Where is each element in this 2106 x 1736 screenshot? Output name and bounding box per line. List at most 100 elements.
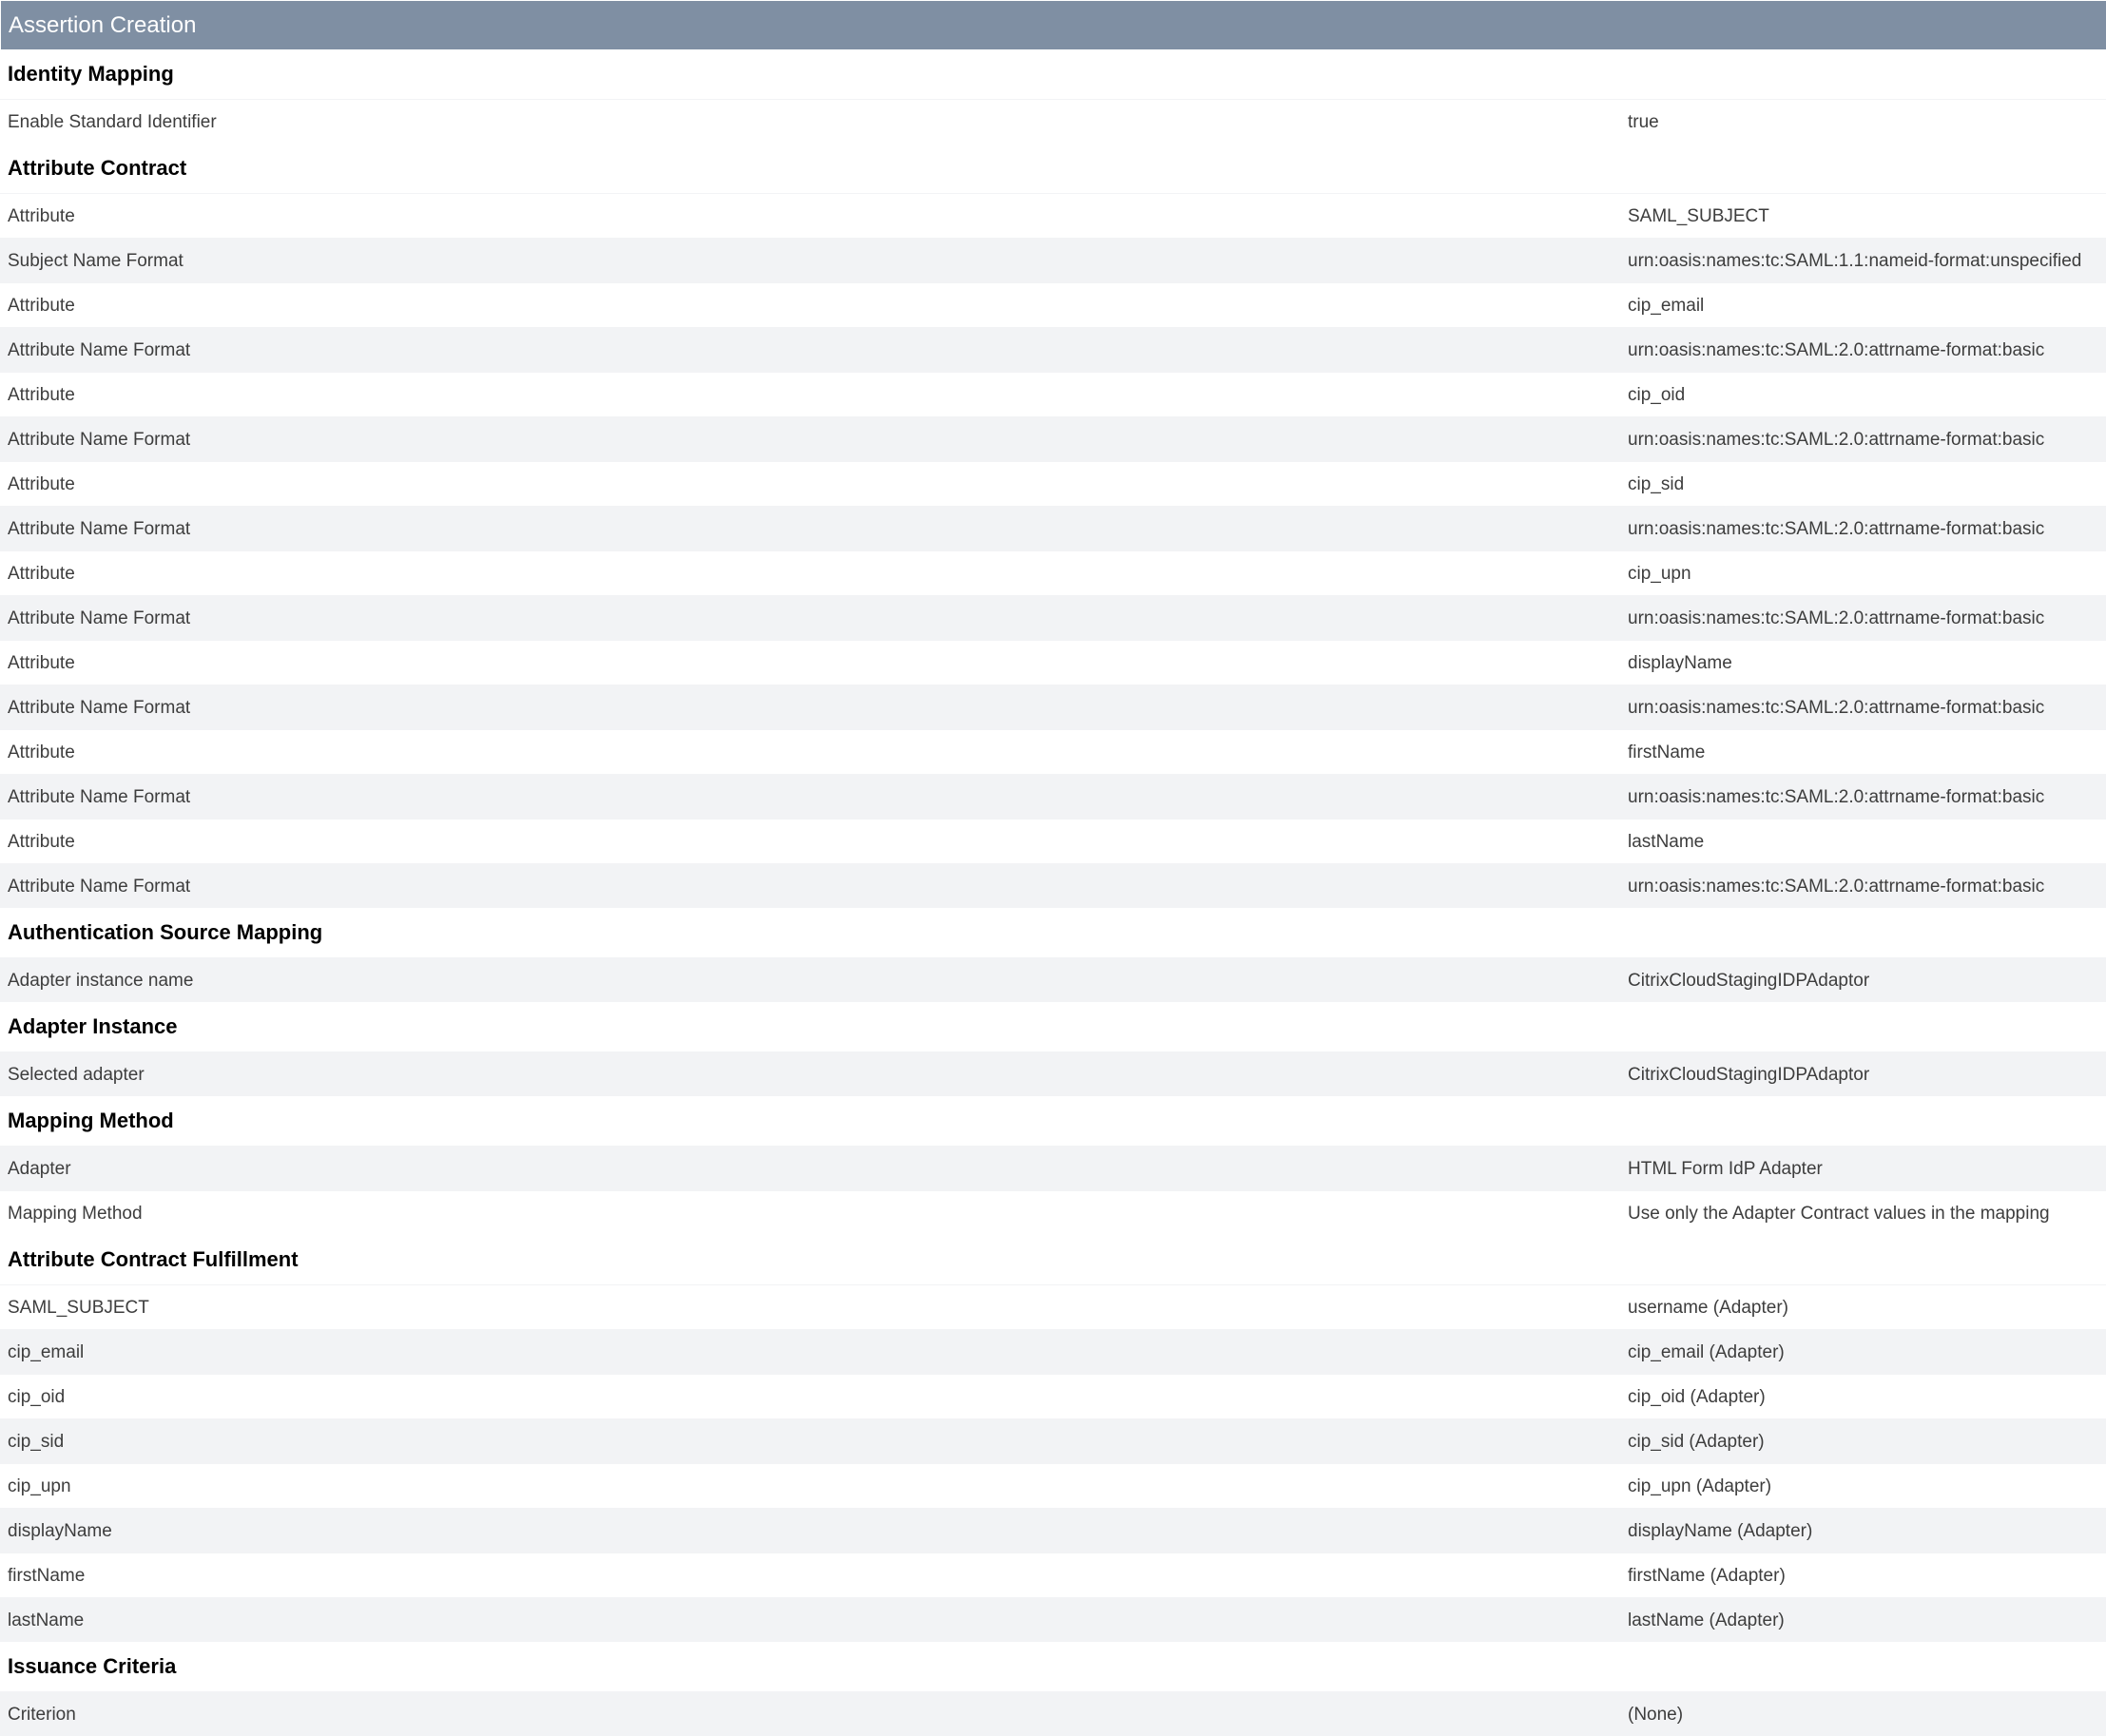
table-row: firstName firstName (Adapter) (0, 1553, 2106, 1597)
row-label: Subject Name Format (8, 251, 184, 271)
row-value: cip_upn (Adapter) (1628, 1476, 1772, 1496)
table-row: Attribute Name Format urn:oasis:names:tc… (0, 416, 2106, 461)
section-title: Mapping Method (0, 1096, 2106, 1146)
section-title: Attribute Contract (0, 144, 2106, 193)
row-label: Attribute Name Format (8, 608, 191, 628)
table-row: Attribute displayName (0, 640, 2106, 685)
row-label: firstName (8, 1566, 86, 1586)
row-label: Attribute Name Format (8, 698, 191, 718)
row-label: Attribute Name Format (8, 340, 191, 360)
row-label: Attribute (8, 832, 75, 852)
table-row: lastName lastName (Adapter) (0, 1597, 2106, 1642)
section-attribute-contract-fulfillment: Attribute Contract Fulfillment SAML_SUBJ… (0, 1235, 2106, 1642)
section-authentication-source-mapping: Authentication Source Mapping Adapter in… (0, 908, 2106, 1002)
row-value: cip_email (1628, 296, 1705, 316)
table-row: Attribute firstName (0, 729, 2106, 774)
table-row: SAML_SUBJECT username (Adapter) (0, 1284, 2106, 1329)
section-title: Adapter Instance (0, 1002, 2106, 1051)
table-row: Enable Standard Identifier true (0, 99, 2106, 144)
row-label: cip_upn (8, 1476, 71, 1496)
row-label: Adapter instance name (8, 971, 194, 991)
row-value: lastName (1628, 832, 1705, 852)
section-title: Issuance Criteria (0, 1642, 2106, 1691)
row-label: Mapping Method (8, 1204, 143, 1224)
row-value: urn:oasis:names:tc:SAML:2.0:attrname-for… (1628, 519, 2045, 539)
table-row: cip_sid cip_sid (Adapter) (0, 1418, 2106, 1463)
row-label: Selected adapter (8, 1065, 145, 1085)
row-value: CitrixCloudStagingIDPAdaptor (1628, 971, 1870, 991)
table-row: Mapping Method Use only the Adapter Cont… (0, 1190, 2106, 1235)
row-value: lastName (Adapter) (1628, 1611, 1785, 1630)
assertion-creation-panel: Assertion Creation Identity Mapping Enab… (0, 1, 2106, 1736)
row-label: Attribute Name Format (8, 787, 191, 807)
row-value: firstName (1628, 743, 1706, 762)
table-row: Adapter instance name CitrixCloudStaging… (0, 957, 2106, 1002)
row-value: displayName (Adapter) (1628, 1521, 1813, 1541)
table-row: Attribute Name Format urn:oasis:names:tc… (0, 595, 2106, 640)
table-row: Attribute Name Format urn:oasis:names:tc… (0, 685, 2106, 729)
row-label: lastName (8, 1611, 85, 1630)
table-row: Attribute Name Format urn:oasis:names:tc… (0, 774, 2106, 819)
section-issuance-criteria: Issuance Criteria Criterion (None) (0, 1642, 2106, 1736)
section-adapter-instance: Adapter Instance Selected adapter Citrix… (0, 1002, 2106, 1096)
row-value: cip_oid (1628, 385, 1686, 405)
section-attribute-contract: Attribute Contract Attribute SAML_SUBJEC… (0, 144, 2106, 908)
table-row: cip_email cip_email (Adapter) (0, 1329, 2106, 1374)
row-label: displayName (8, 1521, 112, 1541)
row-value: HTML Form IdP Adapter (1628, 1159, 1823, 1179)
row-value: cip_oid (Adapter) (1628, 1387, 1766, 1407)
table-row: Attribute Name Format urn:oasis:names:tc… (0, 327, 2106, 372)
row-label: Attribute (8, 564, 75, 584)
table-row: Attribute cip_oid (0, 372, 2106, 416)
row-value: displayName (1628, 653, 1732, 673)
row-label: Attribute (8, 296, 75, 316)
row-label: Attribute (8, 653, 75, 673)
table-row: Attribute lastName (0, 819, 2106, 863)
row-value: urn:oasis:names:tc:SAML:2.0:attrname-for… (1628, 698, 2045, 718)
table-row: Attribute cip_sid (0, 461, 2106, 506)
table-row: Attribute cip_upn (0, 550, 2106, 595)
row-label: cip_sid (8, 1432, 65, 1452)
table-row: cip_oid cip_oid (Adapter) (0, 1374, 2106, 1418)
row-label: Attribute (8, 206, 75, 226)
row-value: cip_sid (1628, 474, 1685, 494)
table-row: Attribute Name Format urn:oasis:names:tc… (0, 506, 2106, 550)
row-label: SAML_SUBJECT (8, 1298, 149, 1318)
row-label: cip_oid (8, 1387, 66, 1407)
section-identity-mapping: Identity Mapping Enable Standard Identif… (0, 49, 2106, 144)
section-title: Attribute Contract Fulfillment (0, 1235, 2106, 1284)
row-value: SAML_SUBJECT (1628, 206, 1769, 226)
row-label: Enable Standard Identifier (8, 112, 217, 132)
row-value: urn:oasis:names:tc:SAML:2.0:attrname-for… (1628, 787, 2045, 807)
row-value: username (Adapter) (1628, 1298, 1788, 1318)
table-row: displayName displayName (Adapter) (0, 1508, 2106, 1553)
panel-title: Assertion Creation (1, 1, 2106, 49)
row-label: Attribute (8, 474, 75, 494)
row-value: Use only the Adapter Contract values in … (1628, 1204, 2050, 1224)
row-label: Criterion (8, 1705, 76, 1725)
table-row: Attribute cip_email (0, 282, 2106, 327)
row-value: cip_upn (1628, 564, 1691, 584)
row-value: (None) (1628, 1705, 1684, 1725)
row-value: firstName (Adapter) (1628, 1566, 1786, 1586)
table-row: Attribute SAML_SUBJECT (0, 193, 2106, 238)
section-title: Identity Mapping (0, 49, 2106, 99)
row-value: cip_sid (Adapter) (1628, 1432, 1765, 1452)
table-row: Subject Name Format urn:oasis:names:tc:S… (0, 238, 2106, 282)
row-label: Attribute (8, 743, 75, 762)
row-label: Adapter (8, 1159, 71, 1179)
row-value: urn:oasis:names:tc:SAML:2.0:attrname-for… (1628, 340, 2045, 360)
row-value: urn:oasis:names:tc:SAML:2.0:attrname-for… (1628, 430, 2045, 450)
row-value: urn:oasis:names:tc:SAML:2.0:attrname-for… (1628, 877, 2045, 897)
section-mapping-method: Mapping Method Adapter HTML Form IdP Ada… (0, 1096, 2106, 1235)
row-value: cip_email (Adapter) (1628, 1342, 1785, 1362)
row-label: cip_email (8, 1342, 85, 1362)
table-row: Attribute Name Format urn:oasis:names:tc… (0, 863, 2106, 908)
row-value: urn:oasis:names:tc:SAML:2.0:attrname-for… (1628, 608, 2045, 628)
row-label: Attribute Name Format (8, 877, 191, 897)
row-value: true (1628, 112, 1659, 132)
table-row: Selected adapter CitrixCloudStagingIDPAd… (0, 1051, 2106, 1096)
row-value: urn:oasis:names:tc:SAML:1.1:nameid-forma… (1628, 251, 2082, 271)
table-row: cip_upn cip_upn (Adapter) (0, 1463, 2106, 1508)
row-value: CitrixCloudStagingIDPAdaptor (1628, 1065, 1870, 1085)
